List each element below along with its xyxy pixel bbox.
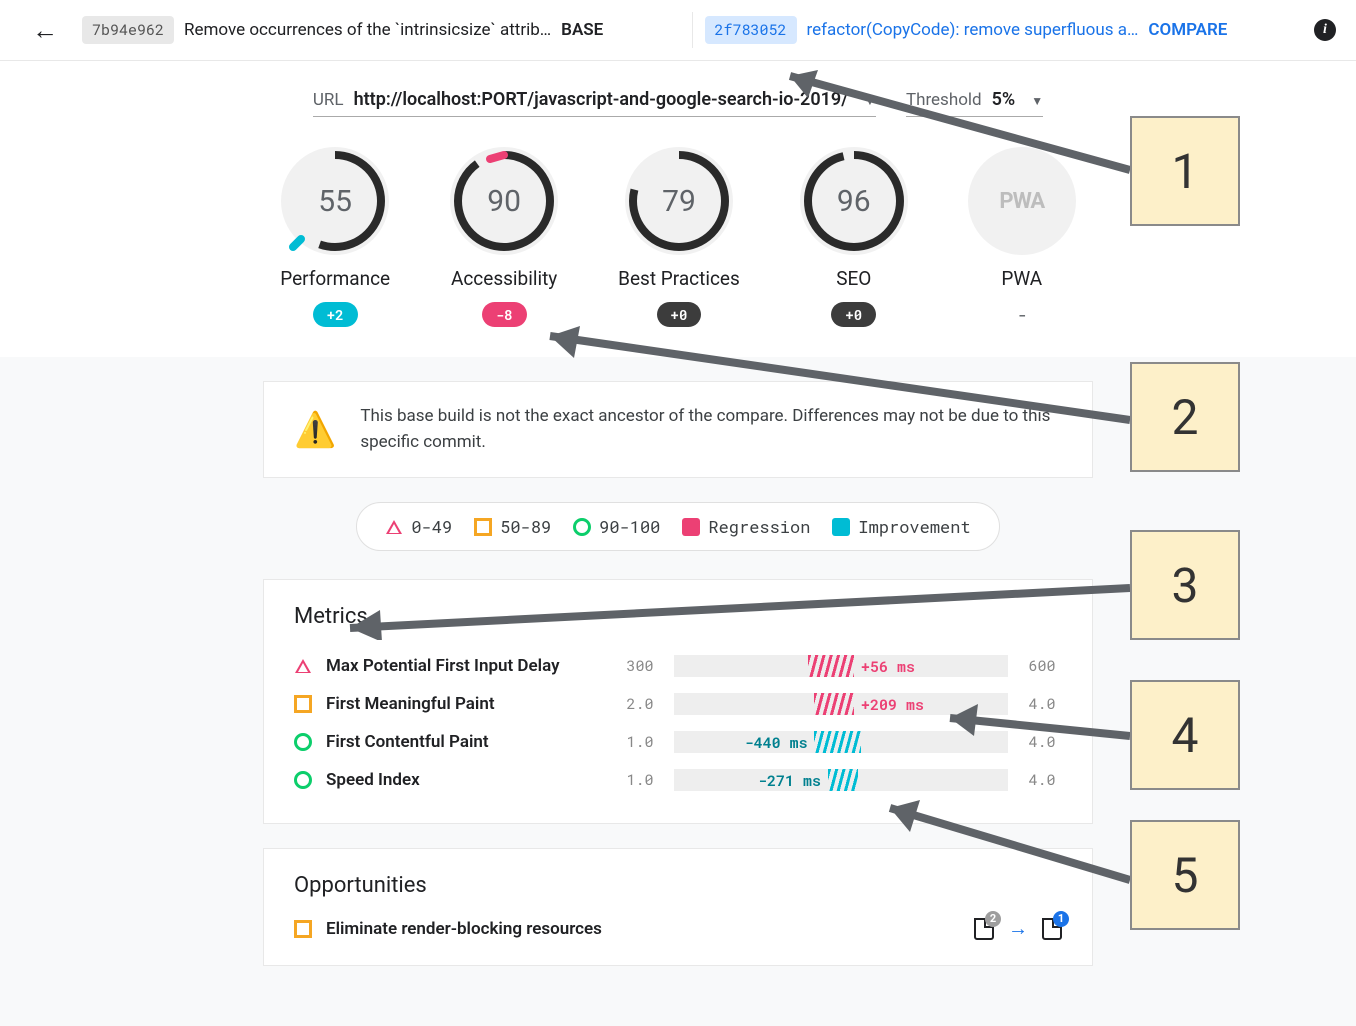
gauge-accessibility[interactable]: 90Accessibility-8 (450, 147, 558, 327)
metric-bar: +56 ms (674, 655, 1008, 677)
arrow-5 (860, 790, 1140, 890)
legend-good: 90-100 (573, 515, 660, 538)
metric-symbol (294, 733, 312, 751)
compare-report-icon[interactable]: 1 (1042, 918, 1062, 940)
metric-min: 1.0 (620, 770, 660, 790)
opportunity-symbol (294, 920, 312, 938)
gauge-delta: +2 (313, 302, 358, 327)
compare-label: COMPARE (1148, 20, 1227, 40)
gauge-label: Best Practices (618, 267, 740, 290)
metric-delta: +209 ms (861, 695, 924, 715)
annotation-3: 3 (1130, 530, 1240, 640)
arrow-2 (520, 320, 1140, 440)
topbar: ← 7b94e962 Remove occurrences of the `in… (0, 0, 1356, 61)
arrow-3 (320, 580, 1140, 640)
metric-max: 600 (1022, 656, 1062, 676)
opportunity-name: Eliminate render-blocking resources (326, 919, 960, 939)
triangle-icon (385, 518, 403, 536)
gauge-circle: 79 (625, 147, 733, 255)
metric-name: First Contentful Paint (326, 732, 606, 752)
legend-regression: Regression (682, 515, 810, 538)
url-label: URL (313, 90, 344, 110)
legend: 0-49 50-89 90-100 Regression Improvement (356, 502, 999, 551)
metric-delta: -440 ms (745, 733, 808, 753)
metric-segment (808, 655, 855, 677)
metric-segment (828, 769, 858, 791)
legend-mid: 50-89 (474, 515, 551, 538)
gauge-label: Accessibility (451, 267, 557, 290)
metric-max: 4.0 (1022, 770, 1062, 790)
metric-delta: +56 ms (861, 657, 915, 677)
base-report-count: 2 (985, 911, 1001, 927)
base-hash: 7b94e962 (82, 16, 174, 44)
gauge-label: PWA (1001, 267, 1042, 290)
gauge-circle: 90 (450, 147, 558, 255)
gauge-label: Performance (280, 267, 390, 290)
opportunity-row[interactable]: Eliminate render-blocking resources 2 → 1 (294, 916, 1062, 941)
metric-row[interactable]: Max Potential First Input Delay 300 +56 ms… (294, 647, 1062, 685)
metric-name: Max Potential First Input Delay (326, 656, 606, 676)
annotation-1: 1 (1130, 116, 1240, 226)
circle-icon (573, 518, 591, 536)
gauge-performance[interactable]: 55 Performance +2 (280, 147, 390, 327)
compare-hash: 2f783052 (705, 16, 797, 44)
metric-symbol (294, 771, 312, 789)
square-icon (474, 518, 492, 536)
arrow-right-icon: → (1008, 916, 1028, 941)
info-icon[interactable]: i (1314, 19, 1336, 41)
arrow-4 (920, 700, 1140, 760)
base-label: BASE (561, 20, 603, 40)
metric-min: 1.0 (620, 732, 660, 752)
back-button[interactable]: ← (20, 15, 70, 46)
compare-report-count: 1 (1053, 911, 1069, 927)
improvement-swatch (832, 518, 850, 536)
gauge-label: SEO (836, 267, 871, 290)
metric-min: 300 (620, 656, 660, 676)
divider (692, 12, 693, 48)
arrow-1 (760, 60, 1140, 190)
gauge-best-practices[interactable]: 79Best Practices+0 (618, 147, 740, 327)
metric-symbol (294, 695, 312, 713)
compare-message: refactor(CopyCode): remove superfluous a… (807, 20, 1139, 40)
annotation-4: 4 (1130, 680, 1240, 790)
base-commit[interactable]: 7b94e962 Remove occurrences of the `intr… (82, 16, 680, 44)
metric-segment (814, 731, 861, 753)
metric-delta: -271 ms (758, 771, 821, 791)
legend-bad: 0-49 (385, 515, 452, 538)
gauge-circle: 55 (281, 147, 389, 255)
warning-icon: ⚠️ (294, 410, 336, 450)
metric-name: First Meaningful Paint (326, 694, 606, 714)
metric-min: 2.0 (620, 694, 660, 714)
metric-segment (814, 693, 854, 715)
metric-name: Speed Index (326, 770, 606, 790)
base-message: Remove occurrences of the `intrinsicsize… (184, 20, 551, 40)
annotation-2: 2 (1130, 362, 1240, 472)
metric-symbol (294, 657, 312, 675)
compare-commit[interactable]: 2f783052 refactor(CopyCode): remove supe… (705, 16, 1303, 44)
regression-swatch (682, 518, 700, 536)
base-report-icon[interactable]: 2 (974, 918, 994, 940)
annotation-5: 5 (1130, 820, 1240, 930)
metric-bar: -271 ms (674, 769, 1008, 791)
legend-improvement: Improvement (832, 515, 970, 538)
